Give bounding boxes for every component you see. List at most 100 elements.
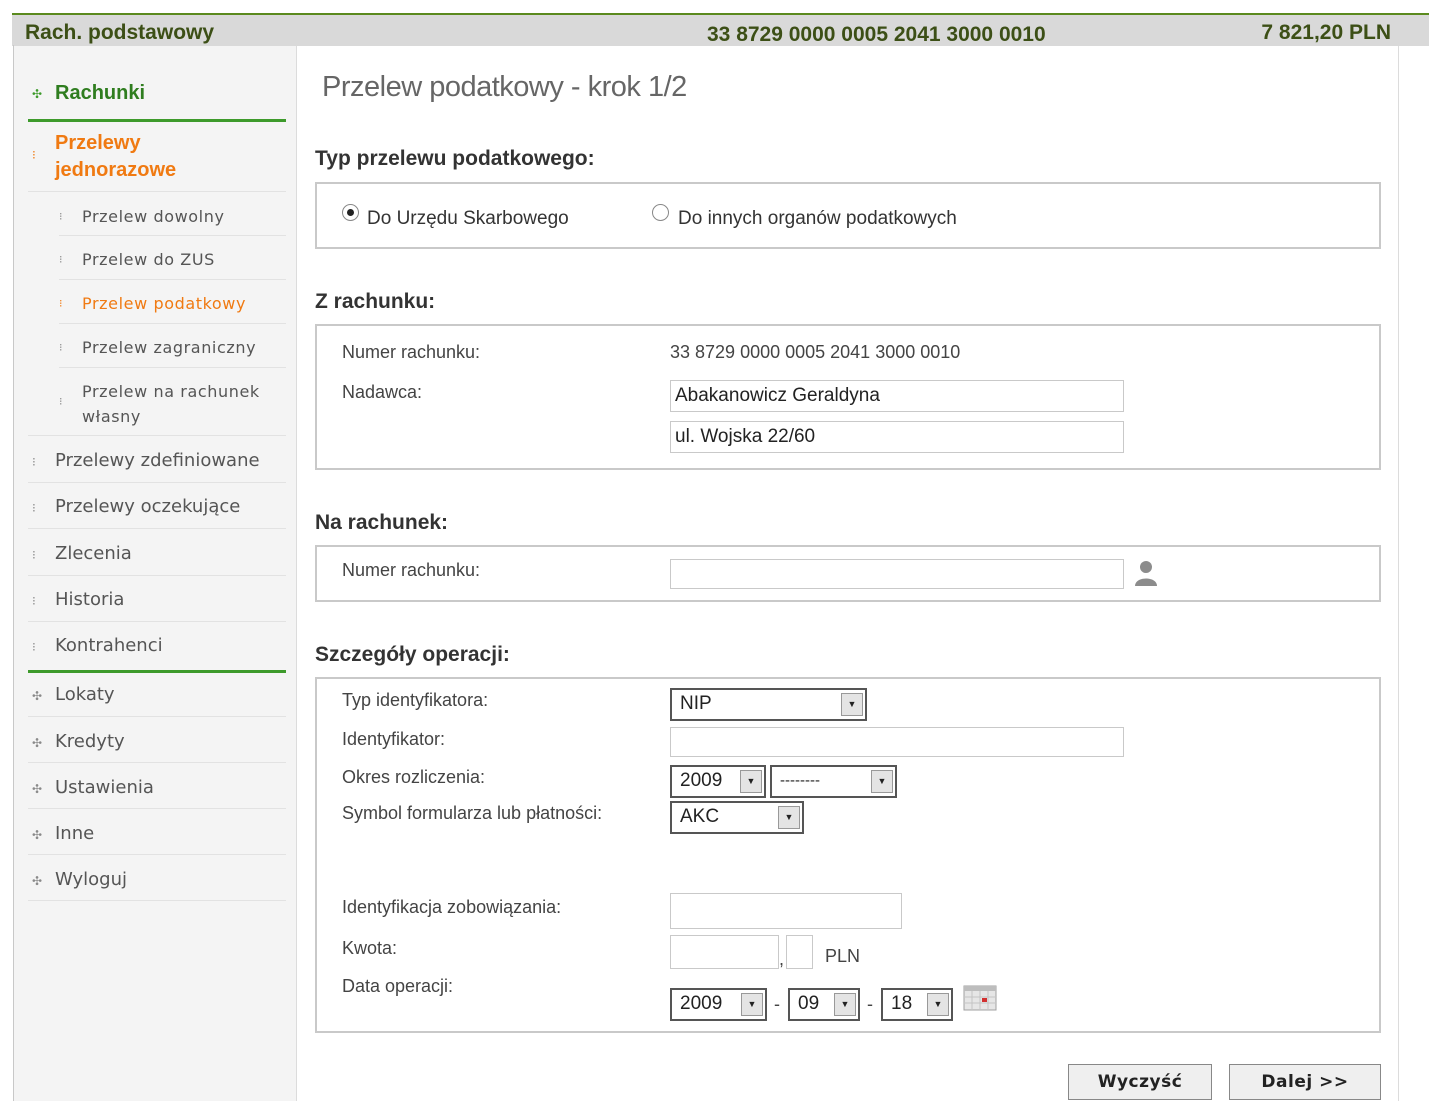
sidebar-divider	[28, 854, 286, 855]
sidebar-item-label: Inne	[55, 823, 95, 844]
section-title-to: Na rachunek:	[315, 511, 449, 534]
sidebar-item-kredyty[interactable]: ✣ Kredyty	[28, 731, 286, 759]
bullet-icon: ✣	[32, 87, 43, 101]
sidebar-item-label: Przelewy zdefiniowane	[55, 450, 260, 471]
sidebar-item-label: Kontrahenci	[55, 635, 163, 656]
sidebar-item-label: Lokaty	[55, 684, 115, 705]
sidebar-subitem-przelew-na-rachunek-wlasny[interactable]: ⁝ Przelew na rachunek własny	[59, 379, 286, 431]
sidebar-item-label: Przelew do ZUS	[82, 250, 215, 269]
identifier-label: Identyfikator:	[342, 729, 446, 749]
obligation-label: Identyfikacja zobowiązania:	[342, 897, 562, 917]
sidebar-divider	[59, 323, 286, 324]
bullet-icon: ✣	[32, 828, 43, 842]
chevron-down-icon: ▼	[927, 993, 949, 1016]
bullet-icon: ✣	[32, 736, 43, 750]
date-month-select[interactable]: 09 ▼	[788, 988, 860, 1021]
sidebar-item-label: Rachunki	[55, 82, 146, 104]
right-border	[1398, 46, 1399, 1101]
bullet-icon: ✣	[32, 874, 43, 888]
sidebar-nav: ✣ Rachunki ⁝ Przelewy jednorazowe ⁝ Prze…	[14, 46, 297, 1101]
sidebar-item-wyloguj[interactable]: ✣ Wyloguj	[28, 869, 286, 897]
chevron-right-icon: ⁝	[32, 455, 36, 469]
chevron-right-icon: ⁝	[59, 395, 64, 408]
sidebar-item-ustawienia[interactable]: ✣ Ustawienia	[28, 777, 286, 805]
account-number: 33 8729 0000 0005 2041 3000 0010	[707, 23, 1046, 46]
radio-do-innych-organow[interactable]	[652, 204, 669, 221]
contact-book-icon[interactable]	[1134, 559, 1158, 587]
select-value: 18	[891, 993, 913, 1014]
chevron-right-icon: ⁝	[32, 640, 36, 654]
sidebar-item-inne[interactable]: ✣ Inne	[28, 823, 286, 851]
chevron-down-icon: ▼	[740, 770, 762, 793]
sidebar-item-przelewy-zdefiniowane[interactable]: ⁝ Przelewy zdefiniowane	[28, 450, 286, 478]
next-button[interactable]: Dalej >>	[1229, 1064, 1381, 1100]
sidebar-item-zlecenia[interactable]: ⁝ Zlecenia	[28, 543, 286, 571]
sidebar-item-przelewy-oczekujace[interactable]: ⁝ Przelewy oczekujące	[28, 496, 286, 524]
chevron-right-icon: ⁝	[32, 594, 36, 608]
sidebar-divider	[28, 119, 286, 122]
symbol-label: Symbol formularza lub płatności:	[342, 803, 603, 823]
date-separator: -	[774, 994, 780, 1014]
sidebar-subitem-przelew-do-zus[interactable]: ⁝ Przelew do ZUS	[59, 247, 286, 275]
sidebar-divider	[28, 435, 286, 436]
obligation-input[interactable]	[670, 893, 902, 929]
sidebar-subitem-przelew-dowolny[interactable]: ⁝ Przelew dowolny	[59, 204, 286, 232]
chevron-right-icon: ⁝	[59, 297, 64, 310]
radio-label: Do Urzędu Skarbowego	[367, 208, 569, 229]
amount-decimal-input[interactable]	[786, 935, 813, 969]
sidebar-item-label: Przelew dowolny	[82, 207, 225, 226]
select-value: AKC	[680, 806, 720, 827]
sidebar-item-label: Przelew zagraniczny	[82, 338, 257, 357]
section-title-details: Szczegóły operacji:	[315, 643, 510, 666]
sender-label: Nadawca:	[342, 382, 423, 402]
date-day-select[interactable]: 18 ▼	[881, 988, 953, 1021]
from-account-value: 33 8729 0000 0005 2041 3000 0010	[670, 342, 961, 362]
amount-integer-input[interactable]	[670, 935, 779, 969]
sender-address-input[interactable]	[670, 421, 1124, 453]
id-type-select[interactable]: NIP ▼	[670, 688, 867, 721]
sidebar-subitem-przelew-podatkowy[interactable]: ⁝ Przelew podatkowy	[59, 291, 286, 319]
sidebar-divider	[59, 367, 286, 368]
id-type-label: Typ identyfikatora:	[342, 690, 489, 710]
chevron-right-icon: ⁝	[32, 148, 36, 162]
bullet-icon: ✣	[32, 782, 43, 796]
date-year-select[interactable]: 2009 ▼	[670, 988, 767, 1021]
section-title-from: Z rachunku:	[315, 290, 436, 313]
period-year-select[interactable]: 2009 ▼	[670, 765, 766, 798]
section-title-type: Typ przelewu podatkowego:	[315, 147, 595, 170]
sidebar-divider	[28, 482, 286, 483]
from-account-label: Numer rachunku:	[342, 342, 481, 362]
page-title: Przelew podatkowy - krok 1/2	[322, 71, 687, 103]
select-value: 2009	[680, 993, 723, 1014]
radio-do-urzedu-skarbowego[interactable]	[342, 204, 359, 221]
sidebar-subitem-przelew-zagraniczny[interactable]: ⁝ Przelew zagraniczny	[59, 335, 286, 363]
amount-label: Kwota:	[342, 938, 398, 958]
calendar-icon[interactable]	[963, 985, 997, 1011]
symbol-select[interactable]: AKC ▼	[670, 801, 804, 834]
sidebar-divider	[28, 575, 286, 576]
currency-label: PLN	[825, 946, 861, 966]
sidebar-divider	[59, 235, 286, 236]
bullet-icon: ✣	[32, 689, 43, 703]
sender-name-input[interactable]	[670, 380, 1124, 412]
identifier-input[interactable]	[670, 727, 1124, 757]
select-value: NIP	[680, 693, 712, 714]
select-value: 2009	[680, 770, 723, 791]
chevron-down-icon: ▼	[871, 770, 893, 793]
sidebar-item-przelewy-jednorazowe[interactable]: ⁝ Przelewy jednorazowe	[28, 130, 286, 186]
sidebar-item-rachunki[interactable]: ✣ Rachunki	[28, 82, 286, 112]
to-account-input[interactable]	[670, 559, 1124, 589]
sidebar-divider	[28, 621, 286, 622]
to-account-label: Numer rachunku:	[342, 560, 481, 580]
sidebar-item-label: Kredyty	[55, 731, 125, 752]
sidebar-item-historia[interactable]: ⁝ Historia	[28, 589, 286, 617]
sidebar-divider	[59, 279, 286, 280]
sidebar-item-lokaty[interactable]: ✣ Lokaty	[28, 684, 286, 712]
chevron-down-icon: ▼	[741, 993, 763, 1016]
select-value: --------	[780, 772, 820, 789]
sidebar-item-kontrahenci[interactable]: ⁝ Kontrahenci	[28, 635, 286, 663]
period-sub-select[interactable]: -------- ▼	[770, 765, 897, 798]
chevron-down-icon: ▼	[834, 993, 856, 1016]
chevron-right-icon: ⁝	[59, 210, 64, 223]
clear-button[interactable]: Wyczyść	[1068, 1064, 1212, 1100]
